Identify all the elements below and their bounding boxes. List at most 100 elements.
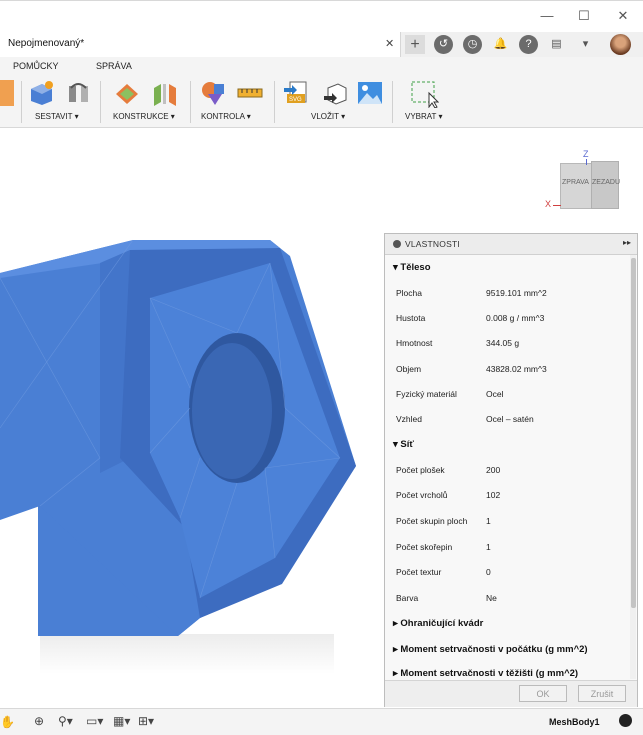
group-kontrola[interactable]: KONTROLA ▾ — [201, 112, 251, 121]
prop-value: 1 — [486, 516, 491, 526]
prop-label: Počet vrcholů — [396, 490, 448, 500]
navigation-bar: ✋ ⊕ ⚲▾ ▭▾ ▦▾ ⊞▾ MeshBody1 — [0, 708, 643, 735]
group-vybrat[interactable]: VYBRAT ▾ — [405, 112, 443, 121]
tab-pomucky[interactable]: POMŮCKY — [13, 61, 59, 71]
section-body-title: Těleso — [400, 262, 431, 273]
document-tab[interactable]: Nepojmenovaný* ✕ — [0, 32, 401, 57]
insert-mesh-icon[interactable] — [322, 80, 348, 106]
selected-body-name: MeshBody1 — [549, 717, 600, 727]
minimize-button[interactable]: — — [536, 7, 558, 25]
axis-z-line — [586, 159, 587, 165]
properties-panel-title: VLASTNOSTI — [405, 239, 460, 249]
axis-x-label: X — [545, 199, 552, 209]
user-avatar[interactable] — [610, 34, 631, 55]
section-bounding-box-header[interactable]: ▸ Ohraničující kvádr — [393, 618, 483, 629]
close-window-button[interactable]: ✕ — [612, 7, 634, 25]
prop-label: Vzhled — [396, 414, 422, 424]
prop-value: 0.008 g / mm^3 — [486, 313, 545, 323]
document-tab-title: Nepojmenovaný* — [8, 38, 85, 49]
selection-filter-icon[interactable] — [619, 714, 632, 727]
interference-icon[interactable] — [200, 80, 226, 106]
prop-value: Ne — [486, 593, 497, 603]
viewports-icon[interactable]: ⊞▾ — [138, 714, 154, 728]
divider — [392, 81, 393, 123]
divider — [190, 81, 191, 123]
properties-scrollbar-thumb[interactable] — [631, 258, 636, 608]
history-icon[interactable]: ↺ — [434, 35, 453, 54]
prop-label: Plocha — [396, 288, 422, 298]
zoom-window-icon[interactable]: ⚲▾ — [58, 714, 73, 728]
section-moment-origin-title: Moment setrvačnosti v počátku (g mm^2) — [400, 644, 588, 655]
joint-icon[interactable] — [66, 80, 92, 106]
prop-value: 9519.101 mm^2 — [486, 288, 547, 298]
cart-icon[interactable]: ▾ — [576, 35, 595, 54]
midplane-icon[interactable] — [152, 80, 178, 106]
prop-value: 1 — [486, 542, 491, 552]
prop-label: Hustota — [396, 313, 426, 323]
zoom-icon[interactable]: ⊕ — [34, 714, 44, 728]
prop-label: Fyzický materiál — [396, 389, 457, 399]
prop-value: 0 — [486, 567, 491, 577]
tab-sprava[interactable]: SPRÁVA — [96, 61, 132, 71]
modify-icon[interactable] — [0, 80, 14, 106]
section-mesh-title: Síť — [400, 439, 414, 450]
prop-label: Počet skořepin — [396, 542, 453, 552]
toolbar-ribbon: POMŮCKY SPRÁVA SVG SESTAVIT ▾ KONSTRUKCE… — [0, 57, 643, 128]
axis-z-label: Z — [583, 149, 589, 159]
view-cube[interactable]: Z ZPRAVA ZEZADU X — [545, 149, 641, 221]
title-bar: — ☐ ✕ — [0, 0, 643, 33]
insert-canvas-icon[interactable] — [357, 80, 383, 106]
pan-icon[interactable]: ✋ — [0, 715, 15, 729]
notification-bell-icon[interactable]: 🔔 — [491, 35, 510, 54]
view-cube-right-label: ZPRAVA — [562, 179, 589, 186]
section-moment-origin-header[interactable]: ▸ Moment setrvačnosti v počátku (g mm^2) — [393, 644, 588, 655]
properties-panel-header[interactable]: VLASTNOSTI ▸▸ — [385, 234, 637, 255]
prop-value: 43828.02 mm^3 — [486, 364, 547, 374]
panel-collapse-icon[interactable] — [393, 240, 401, 248]
panel-expand-icon[interactable]: ▸▸ — [623, 238, 631, 247]
measure-icon[interactable] — [237, 80, 263, 106]
divider — [100, 81, 101, 123]
prop-label: Počet plošek — [396, 465, 445, 475]
prop-value: Ocel — [486, 389, 504, 399]
ok-button[interactable]: OK — [519, 685, 567, 702]
section-bounding-box-title: Ohraničující kvádr — [400, 618, 484, 629]
learning-book-icon[interactable]: ▤ — [547, 35, 566, 54]
properties-panel: VLASTNOSTI ▸▸ ▾ Těleso Plocha 9519.101 m… — [384, 233, 638, 707]
prop-label: Počet skupin ploch — [396, 516, 468, 526]
grid-settings-icon[interactable]: ▦▾ — [113, 714, 130, 728]
section-moment-centroid-title: Moment setrvačnosti v těžišti (g mm^2) — [400, 668, 579, 679]
prop-value: 200 — [486, 465, 501, 475]
document-tab-close-button[interactable]: ✕ — [385, 37, 394, 50]
help-icon[interactable]: ? — [519, 35, 538, 54]
offset-plane-icon[interactable] — [114, 80, 140, 106]
section-mesh-header[interactable]: ▾ Síť — [393, 439, 414, 450]
group-konstrukce[interactable]: KONSTRUKCE ▾ — [113, 112, 175, 121]
section-body-header[interactable]: ▾ Těleso — [393, 262, 431, 273]
document-tab-row: Nepojmenovaný* ✕ + ↺ ◷ 🔔 ? ▤ ▾ — [0, 32, 643, 58]
prop-label: Počet textur — [396, 567, 442, 577]
divider — [21, 81, 22, 123]
display-settings-icon[interactable]: ▭▾ — [86, 714, 103, 728]
prop-label: Barva — [396, 593, 419, 603]
new-component-icon[interactable] — [28, 80, 54, 106]
divider — [274, 81, 275, 123]
prop-value: 344.05 g — [486, 338, 520, 348]
clock-icon[interactable]: ◷ — [463, 35, 482, 54]
prop-label: Hmotnost — [396, 338, 433, 348]
select-icon[interactable] — [411, 80, 440, 109]
group-sestavit[interactable]: SESTAVIT ▾ — [35, 112, 79, 121]
view-cube-back-label: ZEZADU — [592, 179, 620, 186]
prop-value: 102 — [486, 490, 501, 500]
new-tab-button[interactable]: + — [405, 35, 425, 54]
prop-label: Objem — [396, 364, 422, 374]
cancel-button[interactable]: Zrušit — [578, 685, 626, 702]
view-cube-face-right[interactable] — [560, 163, 592, 209]
prop-value: Ocel – satén — [486, 414, 534, 424]
svg-text:SVG: SVG — [289, 97, 302, 103]
insert-svg-icon[interactable]: SVG — [284, 80, 310, 106]
maximize-button[interactable]: ☐ — [573, 7, 595, 25]
group-vlozit[interactable]: VLOŽIT ▾ — [311, 112, 345, 121]
axis-x-line — [553, 205, 561, 206]
section-moment-centroid-header[interactable]: ▸ Moment setrvačnosti v těžišti (g mm^2) — [393, 668, 578, 679]
